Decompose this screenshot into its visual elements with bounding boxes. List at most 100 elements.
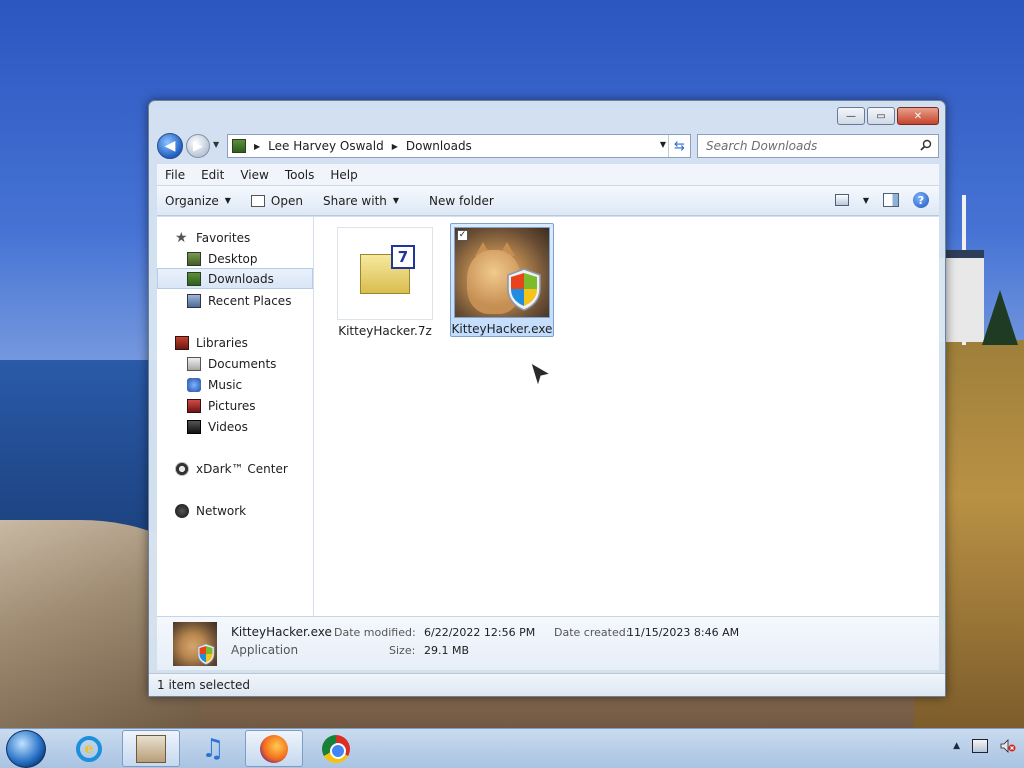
search-icon[interactable]	[920, 139, 932, 151]
taskbar-firefox[interactable]	[245, 730, 303, 767]
sidebar-item-videos[interactable]: Videos	[157, 416, 313, 437]
dropdown-arrow-icon: ▼	[224, 196, 231, 205]
date-created-label: Date created:	[554, 626, 630, 639]
file-item-exe[interactable]: ✓ KitteyHacker.exe	[450, 223, 554, 337]
sidebar-label: Music	[208, 377, 243, 392]
explorer-window: — ▭ ✕ ◀ ▶ ▼ ▶ Lee Harvey Oswald ▶ Downlo…	[148, 100, 946, 697]
breadcrumb-downloads[interactable]: Downloads	[406, 139, 472, 153]
navigation-row: ◀ ▶ ▼ ▶ Lee Harvey Oswald ▶ Downloads ▼ …	[157, 132, 939, 160]
system-tray: ▲	[953, 739, 1016, 753]
sidebar-item-recent-places[interactable]: Recent Places	[157, 290, 313, 311]
organize-label: Organize	[165, 193, 219, 208]
size-label: Size:	[389, 644, 416, 657]
sidebar-item-music[interactable]: Music	[157, 374, 313, 395]
navigation-pane: ★ Favorites Desktop Downloads Recent Pla…	[157, 217, 314, 616]
chrome-icon	[322, 734, 350, 763]
menu-tools[interactable]: Tools	[277, 168, 323, 182]
file-item-archive[interactable]: 7 KitteyHacker.7z	[333, 224, 437, 338]
recent-places-icon	[187, 293, 201, 308]
date-modified-label: Date modified:	[334, 626, 416, 639]
sidebar-label: Libraries	[196, 335, 248, 350]
network-status-icon[interactable]	[972, 739, 988, 753]
open-icon	[250, 194, 265, 207]
sidebar-label: Documents	[208, 356, 277, 371]
internet-explorer-icon: e	[76, 735, 102, 762]
sidebar-item-desktop[interactable]: Desktop	[157, 248, 313, 269]
help-icon[interactable]: ?	[913, 192, 929, 208]
toolbar-right: ▼ ?	[834, 192, 929, 208]
firefox-icon	[260, 734, 288, 763]
taskbar-internet-explorer[interactable]: e	[60, 730, 118, 767]
menu-view[interactable]: View	[232, 168, 276, 182]
address-dropdown-icon[interactable]: ▼	[660, 140, 666, 149]
menu-bar: File Edit View Tools Help	[157, 164, 939, 186]
details-file-type: Application	[231, 643, 299, 657]
menu-file[interactable]: File	[157, 168, 193, 182]
breadcrumb-separator-icon[interactable]: ▶	[392, 142, 398, 151]
sidebar-item-network[interactable]: Network	[157, 500, 313, 521]
sidebar-label: Videos	[208, 419, 248, 434]
pictures-icon	[187, 398, 201, 413]
selection-checkbox[interactable]: ✓	[457, 230, 468, 241]
dropdown-arrow-icon: ▼	[392, 196, 400, 205]
maximize-button[interactable]: ▭	[867, 107, 895, 125]
forward-button[interactable]: ▶	[186, 134, 210, 158]
breadcrumb-user[interactable]: Lee Harvey Oswald	[268, 139, 384, 153]
open-button[interactable]: Open	[241, 186, 313, 215]
preview-pane-icon[interactable]	[883, 193, 899, 207]
sidebar-item-pictures[interactable]: Pictures	[157, 395, 313, 416]
explorer-icon	[136, 734, 166, 763]
back-button[interactable]: ◀	[157, 133, 183, 159]
search-placeholder: Search Downloads	[706, 139, 818, 153]
recent-pages-button[interactable]: ▼	[213, 140, 219, 149]
cat-thumbnail: ✓	[454, 227, 550, 318]
sidebar-item-xdark-center[interactable]: xDark™ Center	[157, 458, 313, 479]
file-list: 7 KitteyHacker.7z ✓ KitteyHacker.exe	[315, 217, 939, 616]
tree	[982, 290, 1018, 345]
shield-icon	[507, 268, 541, 311]
libraries-icon	[175, 335, 189, 350]
address-bar[interactable]: ▶ Lee Harvey Oswald ▶ Downloads ▼ ⇆	[227, 134, 691, 158]
taskbar-media-player[interactable]: ♫	[184, 730, 242, 767]
downloads-icon	[187, 271, 201, 286]
command-bar: Organize ▼ Open Share with ▼ New folder …	[157, 186, 939, 216]
show-hidden-icons-icon[interactable]: ▲	[953, 741, 960, 751]
sidebar-label: Recent Places	[208, 293, 292, 308]
share-with-button[interactable]: Share with ▼	[313, 186, 409, 215]
share-with-label: Share with	[322, 193, 387, 208]
start-button[interactable]	[6, 730, 46, 768]
sidebar-item-documents[interactable]: Documents	[157, 353, 313, 374]
breadcrumb-separator-icon[interactable]: ▶	[254, 142, 260, 151]
sidebar-item-libraries[interactable]: Libraries	[157, 332, 313, 353]
sidebar-item-downloads[interactable]: Downloads	[157, 268, 313, 289]
videos-icon	[187, 419, 201, 434]
music-icon	[187, 377, 201, 392]
status-bar: 1 item selected	[149, 673, 945, 696]
file-name: KitteyHacker.exe	[451, 322, 553, 336]
taskbar-windows-explorer[interactable]	[122, 730, 180, 767]
music-icon: ♫	[201, 733, 225, 764]
menu-edit[interactable]: Edit	[193, 168, 232, 182]
open-label: Open	[270, 193, 303, 208]
organize-button[interactable]: Organize ▼	[157, 186, 241, 215]
change-view-button[interactable]: ▼	[834, 194, 869, 206]
refresh-icon[interactable]: ⇆	[668, 135, 690, 157]
sidebar-label: Pictures	[208, 398, 256, 413]
close-button[interactable]: ✕	[897, 107, 939, 125]
size-value: 29.1 MB	[424, 644, 470, 657]
search-input[interactable]: Search Downloads	[697, 134, 939, 158]
xdark-center-icon	[175, 461, 189, 476]
volume-muted-icon[interactable]	[1000, 739, 1016, 753]
sidebar-item-favorites[interactable]: ★ Favorites	[157, 227, 313, 248]
minimize-button[interactable]: —	[837, 107, 865, 125]
documents-icon	[187, 356, 201, 371]
star-icon: ★	[175, 229, 188, 246]
taskbar-chrome[interactable]	[307, 730, 365, 767]
new-folder-button[interactable]: New folder	[409, 186, 504, 215]
taskbar: e ♫ ▲	[0, 728, 1024, 768]
file-name: KitteyHacker.7z	[338, 324, 432, 338]
new-folder-label: New folder	[429, 193, 494, 208]
date-modified-value: 6/22/2022 12:56 PM	[424, 626, 536, 639]
menu-help[interactable]: Help	[322, 168, 365, 182]
sidebar-label: xDark™ Center	[196, 461, 288, 476]
